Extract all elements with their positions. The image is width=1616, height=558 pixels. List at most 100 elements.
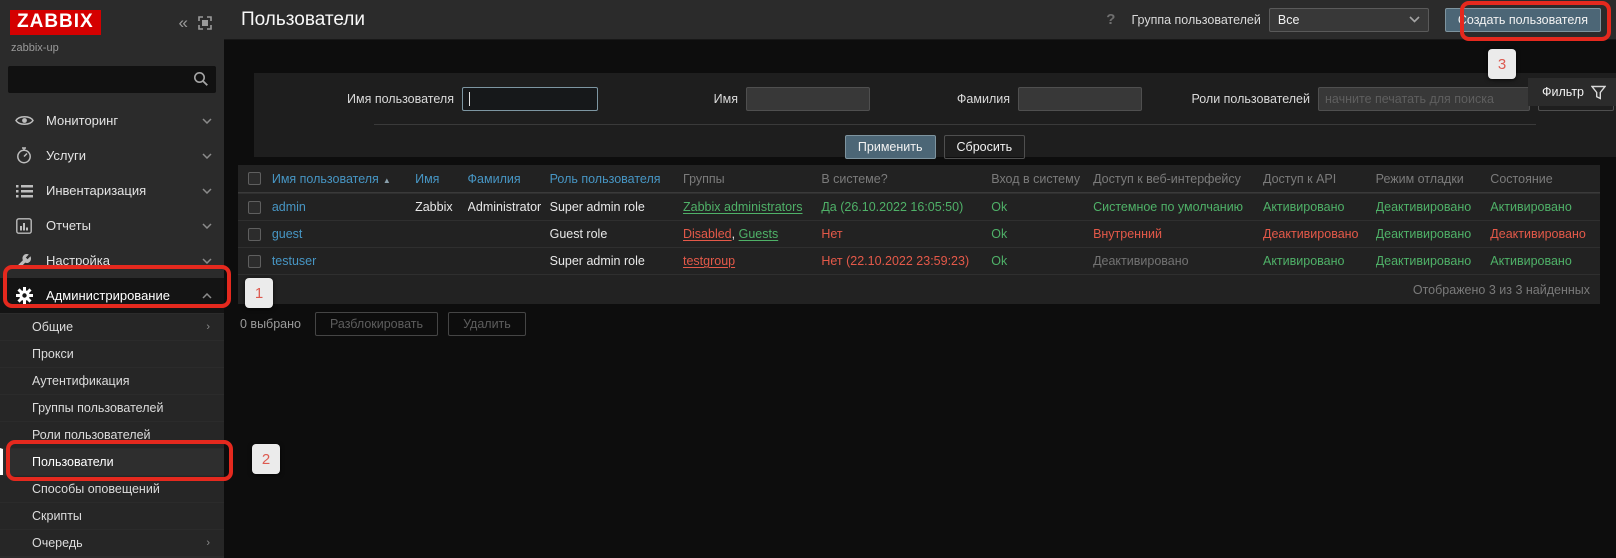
table-header-row: Имя пользователя ▲ Имя Фамилия Роль польз… <box>238 165 1600 193</box>
collapse-sidebar-icon[interactable]: « <box>179 14 188 31</box>
sort-surname-header[interactable]: Фамилия <box>468 172 521 186</box>
row-checkbox[interactable] <box>248 254 261 268</box>
unblock-button[interactable]: Разблокировать <box>314 312 439 336</box>
select-all-checkbox[interactable] <box>248 172 261 185</box>
chevron-down-icon <box>202 257 212 264</box>
sort-name-header[interactable]: Имя <box>415 172 439 186</box>
online-header: В системе? <box>821 171 888 186</box>
chevron-down-icon <box>1409 16 1420 23</box>
create-user-button[interactable]: Создать пользователя <box>1444 7 1601 32</box>
stopwatch-icon <box>14 147 34 165</box>
login-cell: Ok <box>991 200 1008 214</box>
page-header: Пользователи ? Группа пользователей Все … <box>224 0 1616 40</box>
status-header: Состояние <box>1490 171 1553 186</box>
group-link[interactable]: Disabled <box>683 227 732 241</box>
table-row-admin: admin Zabbix Administrator Super admin r… <box>238 193 1600 220</box>
api-access-link[interactable]: Деактивировано <box>1263 227 1359 241</box>
username-link[interactable]: guest <box>272 227 303 241</box>
status-link[interactable]: Активировано <box>1490 200 1572 214</box>
sort-role-header[interactable]: Роль пользователя <box>550 172 661 186</box>
row-checkbox[interactable] <box>248 200 261 214</box>
web-access-link[interactable]: Внутренний <box>1093 227 1162 241</box>
role-cell: Super admin role <box>549 200 645 214</box>
surname-filter-label: Фамилия <box>956 92 1010 106</box>
roles-filter-input[interactable] <box>1318 87 1530 111</box>
filter-tab[interactable]: Фильтр <box>1528 78 1616 106</box>
group-link[interactable]: Guests <box>739 227 779 241</box>
web-access-link[interactable]: Системное по умолчанию <box>1093 200 1243 214</box>
debug-link[interactable]: Деактивировано <box>1376 200 1472 214</box>
filter-panel: Имя пользователя Имя Фамилия Роли пользо… <box>254 73 1616 159</box>
online-cell: Нет (22.10.2022 23:59:23) <box>821 254 970 268</box>
sort-asc-icon: ▲ <box>382 175 391 185</box>
sidebar: ZABBIX « zabbix-up Мониторинг Услуги Инв… <box>0 0 224 558</box>
group-link[interactable]: testgroup <box>683 254 735 268</box>
sidebar-search-input[interactable] <box>8 66 216 93</box>
groups-header: Группы <box>683 171 725 186</box>
api-access-link[interactable]: Активировано <box>1263 254 1345 268</box>
apply-button[interactable]: Применить <box>844 135 936 159</box>
surname-filter-input[interactable] <box>1018 87 1142 111</box>
annotation-step-1: 1 <box>245 278 273 308</box>
user-group-label: Группа пользователей <box>1131 12 1261 27</box>
submenu-item-authentication[interactable]: Аутентификация <box>0 367 224 394</box>
sidebar-item-reports[interactable]: Отчеты <box>0 208 224 243</box>
sidebar-item-inventory[interactable]: Инвентаризация <box>0 173 224 208</box>
username-link[interactable]: testuser <box>272 254 316 268</box>
submenu-item-users[interactable]: Пользователи <box>0 448 224 475</box>
name-cell: Zabbix <box>415 200 453 214</box>
submenu-item-queue[interactable]: Очередь › <box>0 529 224 556</box>
expand-window-icon[interactable] <box>198 15 212 30</box>
status-link[interactable]: Деактивировано <box>1490 227 1586 241</box>
web-access-text: Деактивировано <box>1093 254 1189 268</box>
debug-link[interactable]: Деактивировано <box>1376 227 1472 241</box>
online-cell: Нет <box>821 227 843 241</box>
table-row-guest: guest Guest role Disabled, Guests Нет Ok… <box>238 220 1600 247</box>
login-header: Вход в систему <box>991 171 1081 186</box>
api-access-link[interactable]: Активировано <box>1263 200 1345 214</box>
submenu-item-media-types[interactable]: Способы оповещений <box>0 475 224 502</box>
debug-link[interactable]: Деактивировано <box>1376 254 1472 268</box>
bar-chart-icon <box>14 217 34 235</box>
sort-username-header[interactable]: Имя пользователя <box>272 172 379 186</box>
main-menu: Мониторинг Услуги Инвентаризация Отчеты <box>0 103 224 556</box>
submenu-item-user-roles[interactable]: Роли пользователей <box>0 421 224 448</box>
page-title: Пользователи <box>241 8 366 30</box>
status-link[interactable]: Активировано <box>1490 254 1572 268</box>
group-link[interactable]: Zabbix administrators <box>683 200 803 214</box>
submenu-item-scripts[interactable]: Скрипты <box>0 502 224 529</box>
reset-button[interactable]: Сбросить <box>943 135 1026 159</box>
chevron-up-icon <box>202 292 212 299</box>
sidebar-item-configuration[interactable]: Настройка <box>0 243 224 278</box>
gear-icon <box>14 287 34 305</box>
chevron-right-icon: › <box>206 321 210 333</box>
chevron-down-icon <box>202 152 212 159</box>
delete-button[interactable]: Удалить <box>448 312 526 336</box>
help-icon[interactable]: ? <box>1106 11 1115 28</box>
list-icon <box>14 182 34 200</box>
row-checkbox[interactable] <box>248 227 261 241</box>
sidebar-item-services[interactable]: Услуги <box>0 138 224 173</box>
sidebar-item-administration[interactable]: Администрирование <box>0 278 224 313</box>
username-link[interactable]: admin <box>272 200 306 214</box>
wrench-icon <box>14 252 34 270</box>
chevron-down-icon <box>202 117 212 124</box>
sidebar-item-monitoring[interactable]: Мониторинг <box>0 103 224 138</box>
surname-cell: Administrator <box>467 200 542 214</box>
eye-icon <box>14 112 34 130</box>
content: Фильтр Имя пользователя Имя Фамилия Роли… <box>224 73 1616 558</box>
submenu-item-general[interactable]: Общие › <box>0 313 224 340</box>
submenu-item-user-groups[interactable]: Группы пользователей <box>0 394 224 421</box>
user-group-select[interactable]: Все <box>1268 7 1429 32</box>
submenu-item-proxies[interactable]: Прокси <box>0 340 224 367</box>
name-filter-input[interactable] <box>746 87 870 111</box>
chevron-down-icon <box>202 222 212 229</box>
search-icon[interactable] <box>193 71 209 87</box>
username-filter-input[interactable] <box>462 87 598 111</box>
name-filter-label: Имя <box>713 92 738 106</box>
server-name: zabbix-up <box>11 42 59 54</box>
zabbix-logo[interactable]: ZABBIX <box>10 10 101 35</box>
login-cell: Ok <box>991 254 1008 268</box>
funnel-icon <box>1591 85 1606 100</box>
annotation-step-2: 2 <box>252 444 280 474</box>
